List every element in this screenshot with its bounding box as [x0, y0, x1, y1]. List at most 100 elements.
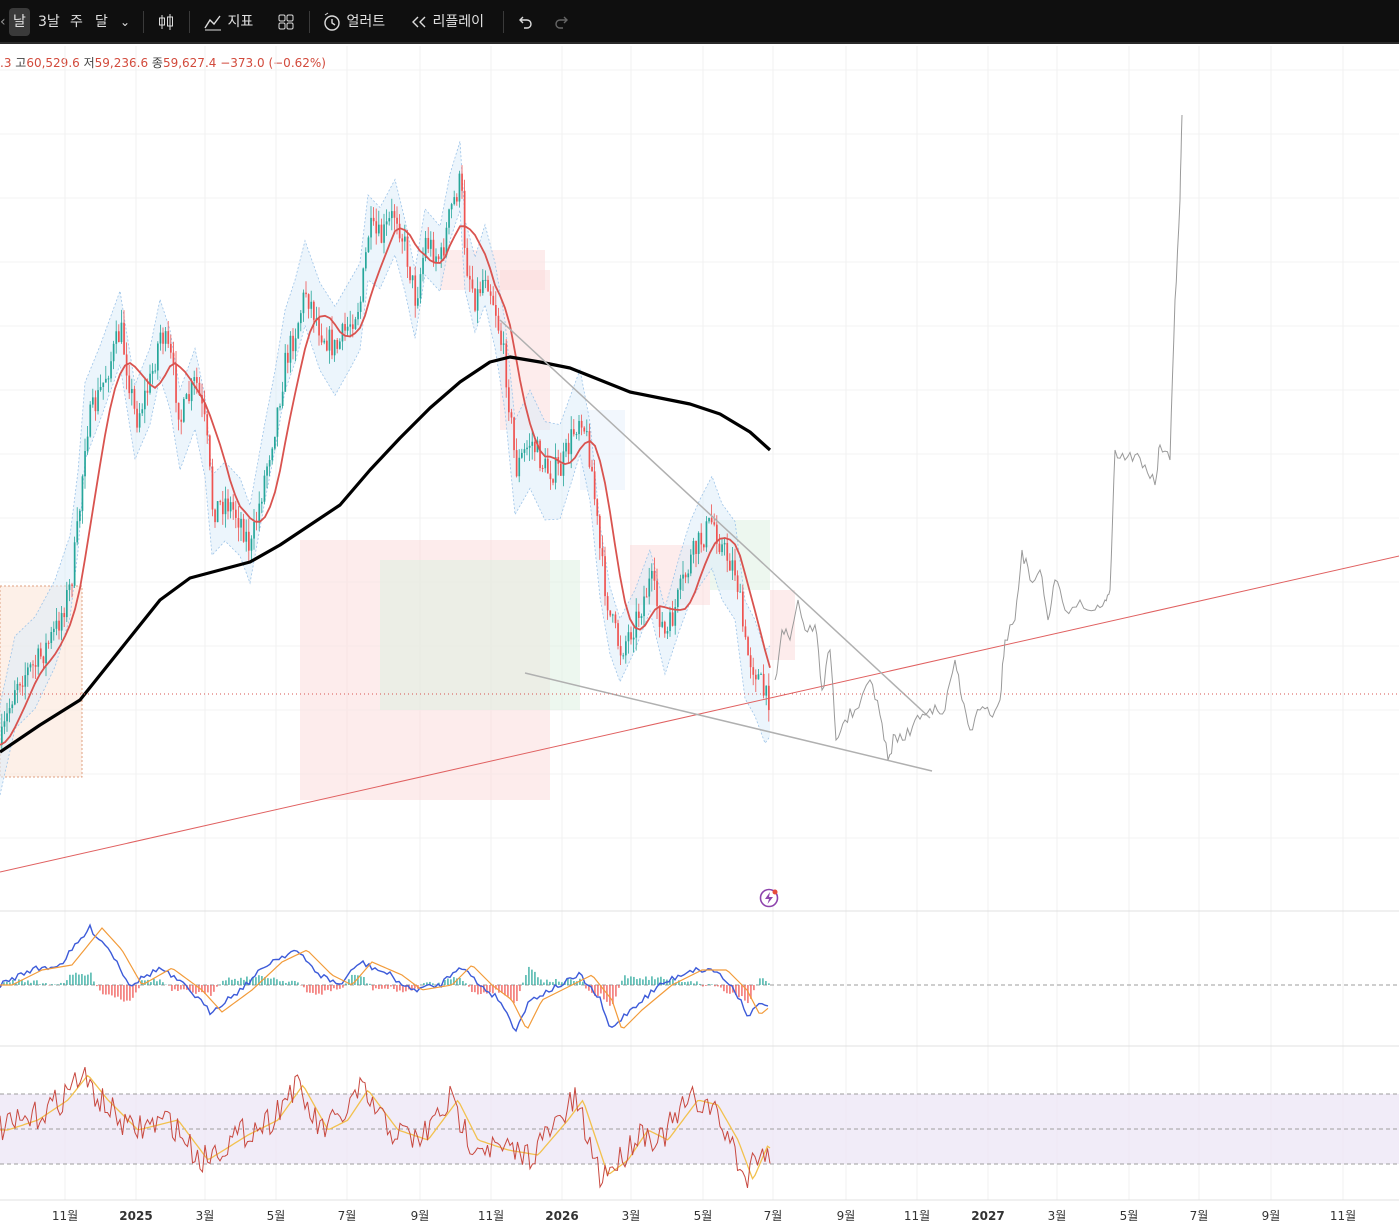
candle-body — [300, 313, 302, 324]
candle-body — [591, 466, 593, 472]
macd-histogram-bar — [501, 985, 503, 993]
macd-histogram-bar — [75, 972, 77, 985]
candle-body — [16, 683, 19, 691]
chart-canvas: 11월 2025 3월 5월 7월 9월 11월 2026 3월 5월 7월 9월 11월 2027 3월 5… — [0, 46, 1399, 1223]
macd-histogram-bar — [132, 985, 134, 998]
macd-histogram-bar — [297, 982, 299, 985]
macd-histogram-bar — [57, 984, 59, 985]
macd-histogram-bar — [90, 972, 92, 985]
macd-histogram-bar — [51, 984, 53, 985]
macd-histogram-bar — [12, 979, 14, 985]
high-label: 고 — [15, 56, 27, 70]
macd-histogram-bar — [417, 985, 419, 989]
candle-body — [718, 543, 721, 553]
candle-type-button[interactable] — [157, 8, 175, 36]
macd-histogram-bar — [492, 985, 494, 994]
macd-histogram-bar — [477, 985, 479, 995]
candle-body — [76, 521, 79, 543]
candle-body — [310, 301, 313, 309]
candle-body — [79, 510, 81, 522]
indicators-button[interactable]: 지표 — [203, 8, 253, 36]
candle-body — [375, 221, 378, 234]
chevron-left-icon[interactable]: ‹ — [0, 8, 6, 36]
redo-button[interactable] — [553, 8, 571, 36]
candle-body — [463, 190, 466, 248]
macd-histogram-bar — [54, 984, 56, 985]
chevron-down-icon[interactable]: ⌄ — [120, 8, 130, 36]
timeframe-day[interactable]: 날 — [9, 8, 30, 36]
time-axis-label: 2025 — [119, 1209, 152, 1223]
macd-histogram-bar — [678, 980, 680, 985]
layouts-button[interactable] — [277, 8, 295, 36]
macd-histogram-bar — [633, 976, 635, 985]
macd-histogram-bar — [189, 985, 191, 992]
macd-histogram-bar — [117, 985, 119, 997]
macd-histogram-bar — [543, 982, 545, 985]
candle-body — [505, 343, 508, 388]
macd-histogram-bar — [585, 985, 587, 989]
macd-histogram-bar — [315, 985, 317, 995]
alerts-button[interactable]: 얼러트 — [322, 8, 385, 36]
macd-histogram-bar — [516, 985, 518, 1002]
candle-body — [253, 521, 255, 539]
candle-body — [622, 655, 625, 657]
candle-body — [583, 427, 586, 432]
macd-histogram-bar — [243, 979, 245, 985]
candle-body — [445, 227, 448, 256]
candle-body — [250, 538, 253, 551]
macd-histogram-bar — [96, 985, 98, 987]
candle-body — [661, 621, 664, 627]
time-axis-label: 11월 — [1330, 1209, 1356, 1223]
candle-body — [383, 224, 385, 243]
candle-body — [219, 501, 222, 503]
macd-histogram-bar — [510, 985, 512, 1000]
time-axis-label: 9월 — [1262, 1209, 1281, 1223]
macd-histogram-bar — [120, 985, 122, 1000]
macd-histogram-bar — [168, 985, 170, 986]
candle-body — [370, 217, 372, 238]
candle-body — [266, 466, 268, 476]
macd-histogram-bar — [15, 982, 17, 985]
timeframe-3day[interactable]: 3날 — [38, 8, 60, 36]
candle-body — [19, 683, 21, 686]
macd-histogram-bar — [576, 981, 578, 985]
candle-body — [531, 441, 534, 446]
macd-histogram-bar — [156, 981, 158, 985]
macd-histogram-bar — [264, 977, 266, 985]
lightning-marker-button[interactable] — [759, 888, 779, 908]
timeframe-week[interactable]: 주 — [70, 8, 83, 36]
replay-button[interactable]: 리플레이 — [410, 8, 484, 36]
candle-body — [141, 409, 144, 414]
candle-body — [47, 642, 50, 644]
candle-body — [71, 584, 73, 586]
candle-body — [690, 554, 692, 574]
candle-body — [510, 412, 513, 418]
candle-body — [164, 331, 167, 344]
macd-histogram-bar — [654, 979, 656, 985]
macd-histogram-bar — [66, 980, 68, 985]
timeframe-month[interactable]: 달 — [95, 8, 108, 36]
undo-button[interactable] — [516, 8, 534, 36]
macd-histogram-bar — [522, 982, 524, 985]
moving-average-red — [0, 225, 771, 746]
time-axis-label: 3월 — [622, 1209, 641, 1223]
candle-body — [222, 501, 224, 515]
macd-histogram-bar — [504, 985, 506, 996]
candle-body — [99, 387, 102, 391]
macd-histogram-bar — [162, 982, 164, 985]
macd-histogram-bar — [603, 985, 605, 1000]
macd-histogram-bar — [696, 981, 698, 985]
candle-body — [352, 324, 354, 329]
candle-body — [32, 664, 34, 666]
candle-body — [180, 419, 183, 422]
macd-histogram-bar — [282, 980, 284, 985]
macd-histogram-bar — [279, 981, 281, 985]
candle-body — [565, 442, 567, 452]
candle-body — [287, 352, 289, 363]
macd-histogram-bar — [246, 976, 248, 985]
candle-body — [645, 596, 648, 598]
wedge-upper-line — [499, 319, 931, 719]
candle-body — [248, 531, 250, 551]
macd-histogram-bar — [198, 985, 200, 992]
candle-body — [281, 391, 284, 406]
